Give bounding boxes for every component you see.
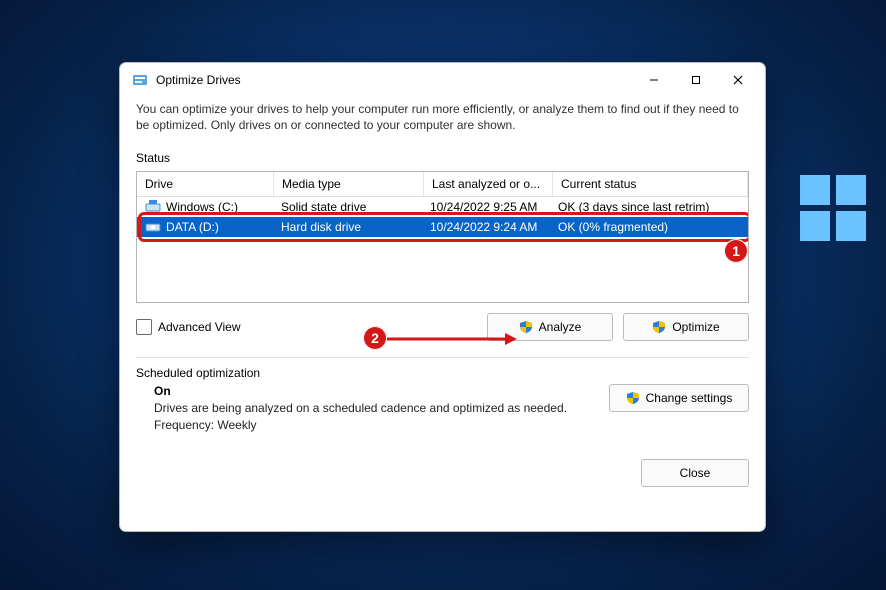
scheduled-text: On Drives are being analyzed on a schedu… <box>154 384 567 435</box>
scheduled-header: Scheduled optimization <box>136 366 749 380</box>
close-dialog-button[interactable]: Close <box>641 459 749 487</box>
drive-last: 10/24/2022 9:25 AM <box>422 200 550 214</box>
drive-status: OK (3 days since last retrim) <box>550 200 748 214</box>
column-header-last[interactable]: Last analyzed or o... <box>424 172 553 196</box>
advanced-view-checkbox[interactable] <box>136 319 152 335</box>
drive-status: OK (0% fragmented) <box>550 220 748 234</box>
drive-list-header: Drive Media type Last analyzed or o... C… <box>137 172 748 197</box>
optimize-button[interactable]: Optimize <box>623 313 749 341</box>
drive-icon <box>145 200 161 215</box>
scheduled-freq: Frequency: Weekly <box>154 418 567 432</box>
intro-text: You can optimize your drives to help you… <box>136 101 749 133</box>
desktop-background: Optimize Drives You can optimize your dr… <box>0 0 886 590</box>
optimize-drives-window: Optimize Drives You can optimize your dr… <box>119 62 766 532</box>
drive-icon <box>145 220 161 235</box>
drive-media: Hard disk drive <box>273 220 422 234</box>
drive-name: DATA (D:) <box>166 220 219 234</box>
shield-icon <box>519 320 533 334</box>
maximize-button[interactable] <box>675 65 717 95</box>
close-label: Close <box>680 466 711 480</box>
change-settings-label: Change settings <box>646 391 733 405</box>
shield-icon <box>626 391 640 405</box>
drive-last: 10/24/2022 9:24 AM <box>422 220 550 234</box>
analyze-button[interactable]: Analyze <box>487 313 613 341</box>
windows-logo-wallpaper <box>800 175 874 241</box>
status-label: Status <box>136 151 749 165</box>
close-button[interactable] <box>717 65 759 95</box>
column-header-drive[interactable]: Drive <box>137 172 274 196</box>
change-settings-button[interactable]: Change settings <box>609 384 749 412</box>
table-row[interactable]: Windows (C:) Solid state drive 10/24/202… <box>137 197 748 217</box>
analyze-label: Analyze <box>539 320 582 334</box>
minimize-button[interactable] <box>633 65 675 95</box>
optimize-label: Optimize <box>672 320 719 334</box>
shield-icon <box>652 320 666 334</box>
advanced-view-label: Advanced View <box>158 320 241 334</box>
window-title: Optimize Drives <box>156 73 241 87</box>
scheduled-state: On <box>154 384 171 398</box>
table-row[interactable]: DATA (D:) Hard disk drive 10/24/2022 9:2… <box>137 217 748 237</box>
column-header-media[interactable]: Media type <box>274 172 424 196</box>
column-header-status[interactable]: Current status <box>553 172 748 196</box>
app-icon <box>132 72 148 88</box>
drive-media: Solid state drive <box>273 200 422 214</box>
separator <box>136 357 749 358</box>
window-titlebar: Optimize Drives <box>120 63 765 97</box>
scheduled-desc: Drives are being analyzed on a scheduled… <box>154 401 567 415</box>
drive-list: Drive Media type Last analyzed or o... C… <box>136 171 749 303</box>
drive-name: Windows (C:) <box>166 200 238 214</box>
